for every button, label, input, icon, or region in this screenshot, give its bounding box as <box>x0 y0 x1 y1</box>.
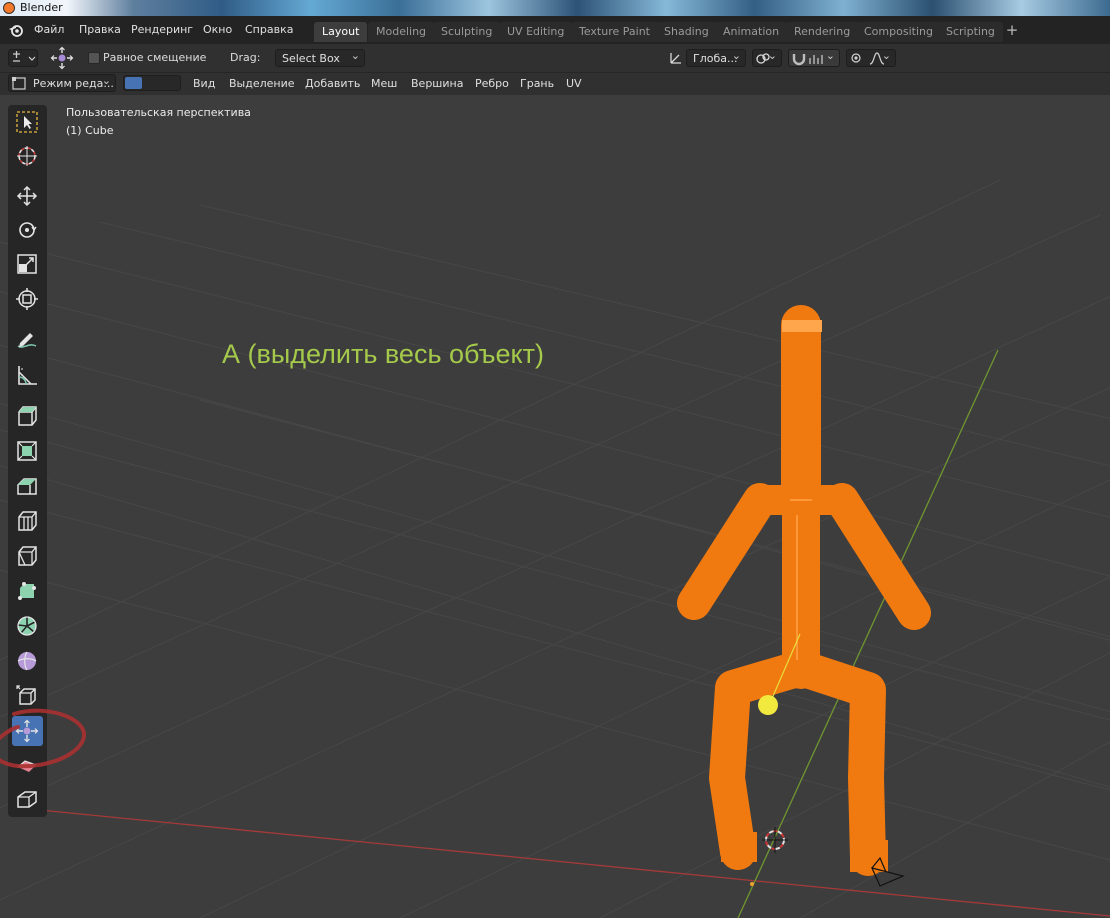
3d-cursor <box>762 827 788 853</box>
menu-face[interactable]: Грань <box>515 75 559 93</box>
tool-bevel[interactable] <box>12 506 43 536</box>
select-mode-buttons <box>123 75 181 91</box>
spin-icon <box>17 616 37 636</box>
viewport-perspective-label: Пользовательская перспектива <box>66 106 251 119</box>
orientation-icon <box>670 53 681 64</box>
tab-layout[interactable]: Layout <box>314 22 368 42</box>
menu-file[interactable]: Файл <box>34 23 64 36</box>
transform-icon <box>16 288 38 310</box>
face-select-button[interactable] <box>163 77 180 89</box>
stick-figure-mesh <box>677 305 931 876</box>
menu-edit[interactable]: Правка <box>79 23 121 36</box>
tool-transform[interactable] <box>12 284 43 314</box>
tab-sculpting[interactable]: Sculpting <box>433 22 501 42</box>
tool-rotate[interactable] <box>12 215 43 245</box>
falloff-icon <box>869 52 885 65</box>
edge-slide-icon <box>16 685 36 705</box>
annotation-text: А (выделить весь объект) <box>222 339 544 369</box>
transform-orientation-dropdown[interactable]: Глоба... <box>686 49 746 67</box>
tab-texture-paint[interactable]: Texture Paint <box>571 22 658 42</box>
knife-icon <box>18 582 36 600</box>
loop-cut-icon <box>18 546 37 566</box>
edit-mode-icon <box>12 77 26 90</box>
x-axis-line <box>39 809 1110 917</box>
drag-select-dropdown[interactable]: Select Box <box>275 49 365 67</box>
tool-add-cube[interactable] <box>12 401 43 431</box>
menu-edge[interactable]: Ребро <box>470 75 514 93</box>
even-offset-checkbox[interactable] <box>88 52 100 64</box>
tab-animation[interactable]: Animation <box>715 22 788 42</box>
top-menu-bar: Файл Правка Рендеринг Окно Справка Layou… <box>0 16 1110 44</box>
tool-move[interactable] <box>12 181 43 211</box>
viewport-grid <box>0 179 1110 918</box>
proportional-editing-icon <box>851 53 861 63</box>
add-workspace-icon[interactable]: + <box>1004 23 1020 39</box>
menu-view[interactable]: Вид <box>188 75 220 93</box>
bevel-icon <box>18 511 37 531</box>
rotate-icon <box>19 222 37 238</box>
tool-knife[interactable] <box>12 576 43 606</box>
highlight-circle-annotation <box>0 708 86 769</box>
3d-viewport[interactable]: Пользовательская перспектива (1) Cube А … <box>0 95 1110 918</box>
menu-help[interactable]: Справка <box>245 23 293 36</box>
menu-render[interactable]: Рендеринг <box>131 23 193 36</box>
tool-measure[interactable] <box>12 360 43 390</box>
tool-settings-icon[interactable] <box>8 49 38 67</box>
tab-rendering[interactable]: Rendering <box>786 22 859 42</box>
tool-select-box[interactable] <box>12 107 43 137</box>
cursor-icon <box>17 146 37 166</box>
add-cube-icon <box>18 406 37 426</box>
drag-label: Drag: <box>230 51 261 64</box>
inset-faces-icon <box>17 478 37 495</box>
tool-loop-cut[interactable] <box>12 541 43 571</box>
menu-select[interactable]: Выделение <box>224 75 300 93</box>
even-offset-label: Равное смещение <box>103 51 207 64</box>
menu-mesh[interactable]: Меш <box>366 75 402 93</box>
edge-select-button[interactable] <box>144 77 161 89</box>
menu-window[interactable]: Окно <box>203 23 232 36</box>
tab-scripting[interactable]: Scripting <box>938 22 1003 42</box>
pivot-point-dropdown[interactable] <box>752 49 782 67</box>
vertex-select-button[interactable] <box>125 77 142 89</box>
shrink-fatten-header-icon <box>50 46 74 70</box>
tab-compositing[interactable]: Compositing <box>856 22 941 42</box>
magnet-icon <box>792 54 806 66</box>
menu-vertex[interactable]: Вершина <box>406 75 468 93</box>
light-object <box>758 695 778 715</box>
tab-shading[interactable]: Shading <box>656 22 717 42</box>
blender-logo-icon[interactable] <box>8 23 24 37</box>
blender-app-icon <box>3 2 15 14</box>
window-title-bar: Blender <box>0 0 1110 16</box>
tool-settings-header: Равное смещение Drag: Select Box Глоба..… <box>0 44 1110 72</box>
viewport-object-label: (1) Cube <box>66 124 114 137</box>
tool-cursor[interactable] <box>12 141 43 171</box>
tool-extrude-region[interactable] <box>12 436 43 466</box>
world-origin-dot <box>750 882 754 886</box>
scale-icon <box>17 254 37 274</box>
tool-poly-build[interactable] <box>12 611 43 641</box>
tool-scale[interactable] <box>12 249 43 279</box>
tab-modeling[interactable]: Modeling <box>368 22 435 42</box>
annotate-icon <box>17 333 37 348</box>
move-icon <box>16 185 38 207</box>
pivot-point-icon <box>756 53 770 64</box>
viewport-header: Режим реда... Вид Выделение Добавить Меш… <box>0 72 1110 95</box>
tool-spin[interactable] <box>12 646 43 676</box>
tool-annotate[interactable] <box>12 325 43 355</box>
smooth-icon <box>17 651 37 671</box>
tool-inset-faces[interactable] <box>12 471 43 501</box>
measure-icon <box>18 366 37 385</box>
extrude-region-icon <box>17 441 37 461</box>
select-box-icon <box>16 111 38 133</box>
window-title: Blender <box>20 1 63 14</box>
snap-toggle[interactable] <box>788 49 840 67</box>
shear-icon <box>17 791 37 808</box>
tab-uv-editing[interactable]: UV Editing <box>499 22 573 42</box>
snap-increment-icon <box>809 55 823 64</box>
tool-rip-region[interactable] <box>12 784 43 814</box>
menu-add[interactable]: Добавить <box>300 75 365 93</box>
menu-uv[interactable]: UV <box>561 75 587 93</box>
proportional-editing[interactable] <box>846 49 896 67</box>
